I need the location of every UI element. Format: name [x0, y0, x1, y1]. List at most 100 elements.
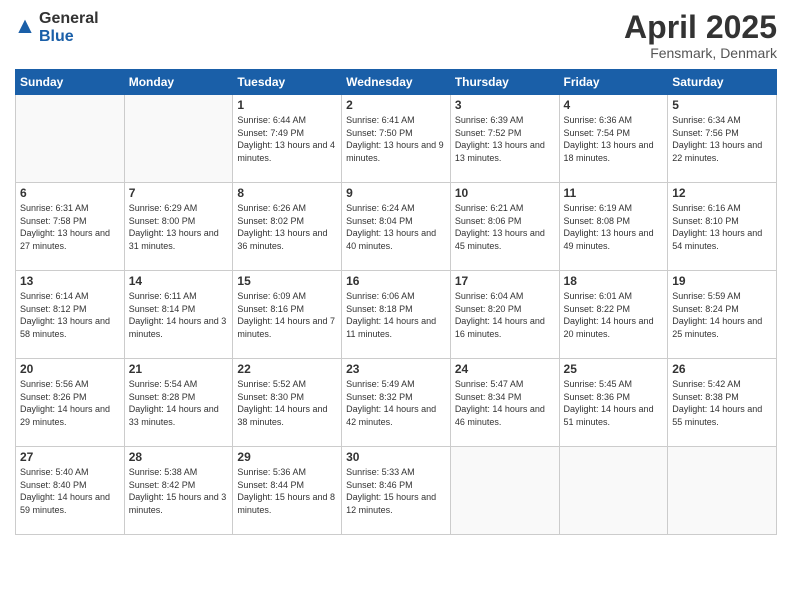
day-number: 3 [455, 98, 555, 112]
logo-general: General [39, 10, 99, 27]
week-row-3: 13 Sunrise: 6:14 AM Sunset: 8:12 PM Dayli… [16, 271, 777, 359]
logo: General Blue [15, 10, 99, 46]
day-info: Sunrise: 6:21 AM Sunset: 8:06 PM Dayligh… [455, 202, 555, 252]
day-info: Sunrise: 6:24 AM Sunset: 8:04 PM Dayligh… [346, 202, 446, 252]
logo-icon [15, 18, 35, 38]
day-number: 25 [564, 362, 664, 376]
day-number: 23 [346, 362, 446, 376]
day-info: Sunrise: 6:19 AM Sunset: 8:08 PM Dayligh… [564, 202, 664, 252]
day-header-friday: Friday [559, 70, 668, 95]
calendar-cell: 3 Sunrise: 6:39 AM Sunset: 7:52 PM Daylig… [450, 95, 559, 183]
day-info: Sunrise: 6:09 AM Sunset: 8:16 PM Dayligh… [237, 290, 337, 340]
week-row-1: 1 Sunrise: 6:44 AM Sunset: 7:49 PM Daylig… [16, 95, 777, 183]
day-info: Sunrise: 6:14 AM Sunset: 8:12 PM Dayligh… [20, 290, 120, 340]
day-number: 30 [346, 450, 446, 464]
day-info: Sunrise: 6:31 AM Sunset: 7:58 PM Dayligh… [20, 202, 120, 252]
calendar-cell: 15 Sunrise: 6:09 AM Sunset: 8:16 PM Dayli… [233, 271, 342, 359]
page: General Blue April 2025 Fensmark, Denmar… [0, 0, 792, 612]
day-number: 20 [20, 362, 120, 376]
calendar-cell: 14 Sunrise: 6:11 AM Sunset: 8:14 PM Dayli… [124, 271, 233, 359]
day-info: Sunrise: 6:44 AM Sunset: 7:49 PM Dayligh… [237, 114, 337, 164]
day-info: Sunrise: 5:47 AM Sunset: 8:34 PM Dayligh… [455, 378, 555, 428]
day-info: Sunrise: 5:33 AM Sunset: 8:46 PM Dayligh… [346, 466, 446, 516]
day-info: Sunrise: 6:06 AM Sunset: 8:18 PM Dayligh… [346, 290, 446, 340]
day-number: 10 [455, 186, 555, 200]
calendar-cell: 28 Sunrise: 5:38 AM Sunset: 8:42 PM Dayli… [124, 447, 233, 535]
calendar-cell: 9 Sunrise: 6:24 AM Sunset: 8:04 PM Daylig… [342, 183, 451, 271]
calendar-cell [16, 95, 125, 183]
day-info: Sunrise: 5:38 AM Sunset: 8:42 PM Dayligh… [129, 466, 229, 516]
day-info: Sunrise: 5:49 AM Sunset: 8:32 PM Dayligh… [346, 378, 446, 428]
calendar-cell [559, 447, 668, 535]
calendar-cell: 16 Sunrise: 6:06 AM Sunset: 8:18 PM Dayli… [342, 271, 451, 359]
day-number: 12 [672, 186, 772, 200]
day-number: 17 [455, 274, 555, 288]
day-info: Sunrise: 6:01 AM Sunset: 8:22 PM Dayligh… [564, 290, 664, 340]
day-header-saturday: Saturday [668, 70, 777, 95]
day-info: Sunrise: 6:04 AM Sunset: 8:20 PM Dayligh… [455, 290, 555, 340]
day-number: 24 [455, 362, 555, 376]
day-info: Sunrise: 5:59 AM Sunset: 8:24 PM Dayligh… [672, 290, 772, 340]
calendar-cell: 7Sunrise: 6:29 AM Sunset: 8:00 PM Daylig… [124, 183, 233, 271]
day-header-wednesday: Wednesday [342, 70, 451, 95]
day-number: 9 [346, 186, 446, 200]
calendar-cell [668, 447, 777, 535]
calendar-cell: 19 Sunrise: 5:59 AM Sunset: 8:24 PM Dayli… [668, 271, 777, 359]
day-number: 29 [237, 450, 337, 464]
calendar-cell: 20Sunrise: 5:56 AM Sunset: 8:26 PM Dayli… [16, 359, 125, 447]
calendar-cell: 24 Sunrise: 5:47 AM Sunset: 8:34 PM Dayli… [450, 359, 559, 447]
day-info: Sunrise: 6:26 AM Sunset: 8:02 PM Dayligh… [237, 202, 337, 252]
calendar-cell: 8 Sunrise: 6:26 AM Sunset: 8:02 PM Daylig… [233, 183, 342, 271]
calendar-cell: 25 Sunrise: 5:45 AM Sunset: 8:36 PM Dayli… [559, 359, 668, 447]
day-info: Sunrise: 6:11 AM Sunset: 8:14 PM Dayligh… [129, 290, 229, 340]
calendar-cell: 18Sunrise: 6:01 AM Sunset: 8:22 PM Dayli… [559, 271, 668, 359]
calendar-cell: 10 Sunrise: 6:21 AM Sunset: 8:06 PM Dayli… [450, 183, 559, 271]
day-number: 15 [237, 274, 337, 288]
day-number: 26 [672, 362, 772, 376]
month-title: April 2025 [624, 10, 777, 45]
calendar-cell: 29Sunrise: 5:36 AM Sunset: 8:44 PM Dayli… [233, 447, 342, 535]
day-number: 19 [672, 274, 772, 288]
day-info: Sunrise: 5:45 AM Sunset: 8:36 PM Dayligh… [564, 378, 664, 428]
logo-blue: Blue [39, 28, 74, 45]
day-info: Sunrise: 5:42 AM Sunset: 8:38 PM Dayligh… [672, 378, 772, 428]
day-header-tuesday: Tuesday [233, 70, 342, 95]
day-number: 6 [20, 186, 120, 200]
day-number: 5 [672, 98, 772, 112]
day-info: Sunrise: 5:52 AM Sunset: 8:30 PM Dayligh… [237, 378, 337, 428]
calendar-cell [450, 447, 559, 535]
day-number: 16 [346, 274, 446, 288]
day-info: Sunrise: 6:34 AM Sunset: 7:56 PM Dayligh… [672, 114, 772, 164]
day-header-sunday: Sunday [16, 70, 125, 95]
calendar-cell: 22 Sunrise: 5:52 AM Sunset: 8:30 PM Dayli… [233, 359, 342, 447]
calendar-cell: 12Sunrise: 6:16 AM Sunset: 8:10 PM Dayli… [668, 183, 777, 271]
header: General Blue April 2025 Fensmark, Denmar… [15, 10, 777, 61]
week-row-2: 6 Sunrise: 6:31 AM Sunset: 7:58 PM Daylig… [16, 183, 777, 271]
day-number: 8 [237, 186, 337, 200]
day-info: Sunrise: 6:36 AM Sunset: 7:54 PM Dayligh… [564, 114, 664, 164]
calendar-cell: 23 Sunrise: 5:49 AM Sunset: 8:32 PM Dayli… [342, 359, 451, 447]
day-number: 13 [20, 274, 120, 288]
day-number: 2 [346, 98, 446, 112]
day-number: 14 [129, 274, 229, 288]
location: Fensmark, Denmark [624, 45, 777, 61]
day-number: 7 [129, 186, 229, 200]
day-number: 22 [237, 362, 337, 376]
title-block: April 2025 Fensmark, Denmark [624, 10, 777, 61]
calendar-cell: 11Sunrise: 6:19 AM Sunset: 8:08 PM Dayli… [559, 183, 668, 271]
day-header-monday: Monday [124, 70, 233, 95]
day-number: 1 [237, 98, 337, 112]
day-header-thursday: Thursday [450, 70, 559, 95]
day-number: 21 [129, 362, 229, 376]
day-info: Sunrise: 5:40 AM Sunset: 8:40 PM Dayligh… [20, 466, 120, 516]
calendar-cell: 2 Sunrise: 6:41 AM Sunset: 7:50 PM Daylig… [342, 95, 451, 183]
day-number: 28 [129, 450, 229, 464]
day-info: Sunrise: 6:41 AM Sunset: 7:50 PM Dayligh… [346, 114, 446, 164]
week-row-4: 20Sunrise: 5:56 AM Sunset: 8:26 PM Dayli… [16, 359, 777, 447]
calendar-cell: 13 Sunrise: 6:14 AM Sunset: 8:12 PM Dayli… [16, 271, 125, 359]
day-info: Sunrise: 6:39 AM Sunset: 7:52 PM Dayligh… [455, 114, 555, 164]
calendar-cell: 4Sunrise: 6:36 AM Sunset: 7:54 PM Daylig… [559, 95, 668, 183]
calendar-cell: 1 Sunrise: 6:44 AM Sunset: 7:49 PM Daylig… [233, 95, 342, 183]
calendar: SundayMondayTuesdayWednesdayThursdayFrid… [15, 69, 777, 535]
calendar-cell [124, 95, 233, 183]
